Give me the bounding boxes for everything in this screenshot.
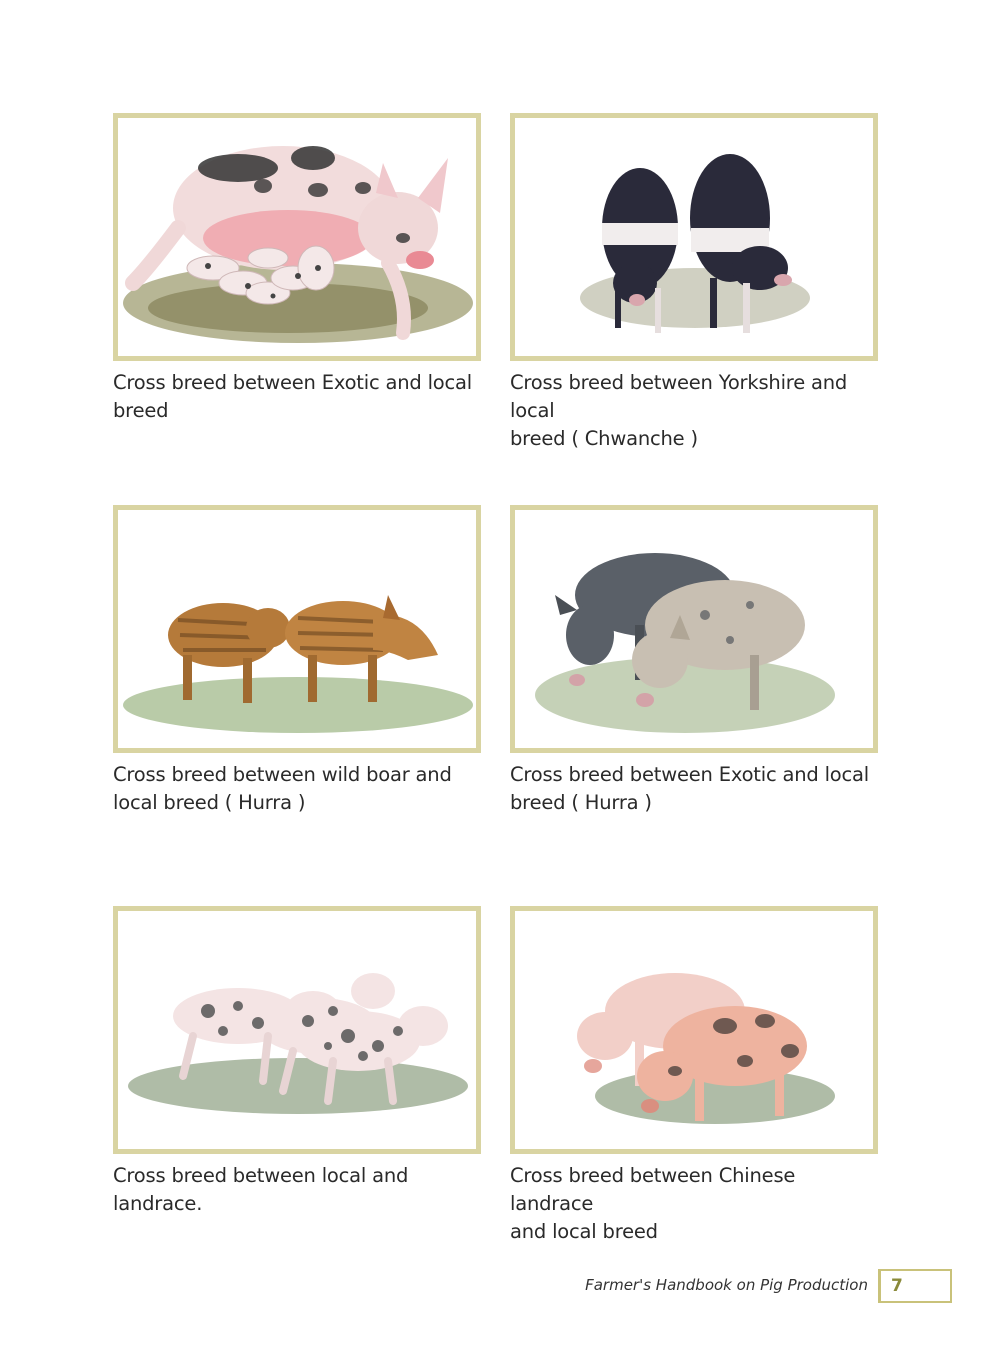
breed-caption: Cross breed between Exotic and local bre… bbox=[113, 371, 473, 422]
illustration-frame bbox=[510, 113, 878, 361]
breed-card-local-landrace: Cross breed between local and landrace. bbox=[113, 906, 481, 1218]
breed-card-exotic-local: Cross breed between Exotic and local bre… bbox=[113, 113, 481, 425]
illustration-frame bbox=[113, 113, 481, 361]
page-number: 7 bbox=[878, 1269, 952, 1303]
breed-card-wildboar-local: Cross breed between wild boar and local … bbox=[113, 505, 481, 817]
breed-caption: Cross breed between Chinese landrace and… bbox=[510, 1164, 796, 1243]
footer-book-title: Farmer's Handbook on Pig Production bbox=[585, 1276, 868, 1294]
pink-and-spotted-pigs-illustration bbox=[577, 973, 835, 1124]
breed-caption: Cross breed between local and landrace. bbox=[113, 1164, 415, 1215]
breed-card-yorkshire-local: Cross breed between Yorkshire and local … bbox=[510, 113, 878, 453]
two-belted-pigs-illustration bbox=[580, 154, 810, 333]
illustration-frame bbox=[113, 906, 481, 1154]
illustration-frame bbox=[510, 505, 878, 753]
sow-with-piglets-illustration bbox=[123, 146, 473, 343]
breed-card-exotic-local-hurra: Cross breed between Exotic and local bre… bbox=[510, 505, 878, 817]
breed-caption: Cross breed between wild boar and local … bbox=[113, 763, 452, 814]
grey-and-beige-pigs-illustration bbox=[535, 553, 835, 733]
breed-caption: Cross breed between Yorkshire and local … bbox=[510, 371, 848, 450]
spotted-piglets-illustration bbox=[128, 973, 468, 1114]
illustration-frame bbox=[510, 906, 878, 1154]
breed-caption: Cross breed between Exotic and local bre… bbox=[510, 763, 870, 814]
illustration-frame bbox=[113, 505, 481, 753]
wild-boar-piglets-illustration bbox=[123, 595, 473, 733]
breed-card-chinese-landrace-local: Cross breed between Chinese landrace and… bbox=[510, 906, 878, 1246]
